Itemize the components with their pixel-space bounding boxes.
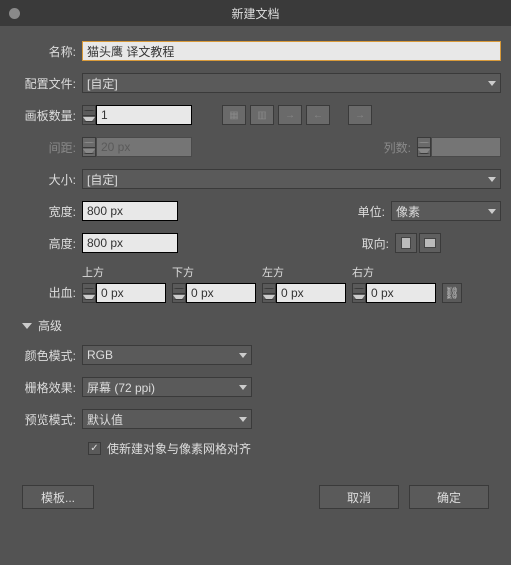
width-label: 宽度: bbox=[10, 203, 82, 220]
units-label: 单位: bbox=[341, 203, 391, 220]
spacing-input bbox=[96, 137, 192, 157]
grid-row-icon: ▦ bbox=[222, 105, 246, 125]
bleed-bottom-input[interactable] bbox=[186, 283, 256, 303]
height-label: 高度: bbox=[10, 235, 82, 252]
height-input[interactable] bbox=[82, 233, 178, 253]
name-label: 名称: bbox=[10, 43, 82, 60]
size-select[interactable]: [自定] bbox=[82, 169, 501, 189]
ok-button[interactable]: 确定 bbox=[409, 485, 489, 509]
profile-value: [自定] bbox=[87, 75, 118, 92]
size-value: [自定] bbox=[87, 171, 118, 188]
preview-select[interactable]: 默认值 bbox=[82, 409, 252, 429]
spacing-spinner bbox=[82, 137, 96, 157]
bleed-top-input[interactable] bbox=[96, 283, 166, 303]
colormode-label: 颜色模式: bbox=[10, 347, 82, 364]
artboards-input[interactable] bbox=[96, 105, 192, 125]
raster-label: 栅格效果: bbox=[10, 379, 82, 396]
dialog-title: 新建文档 bbox=[231, 5, 279, 22]
chevron-down-icon bbox=[488, 81, 496, 86]
preview-value: 默认值 bbox=[87, 411, 123, 428]
bleed-right-input[interactable] bbox=[366, 283, 436, 303]
align-grid-label: 使新建对象与像素网格对齐 bbox=[107, 440, 251, 457]
spacing-label: 间距: bbox=[10, 139, 82, 156]
bleed-link-button[interactable]: ⛓ bbox=[442, 283, 462, 303]
units-value: 像素 bbox=[396, 203, 420, 220]
bleed-right-spinner[interactable] bbox=[352, 283, 366, 303]
chevron-down-icon bbox=[239, 353, 247, 358]
chevron-down-icon bbox=[239, 417, 247, 422]
template-button[interactable]: 模板... bbox=[22, 485, 94, 509]
orient-label: 取向: bbox=[345, 235, 395, 252]
align-grid-checkbox[interactable]: ✓ bbox=[88, 442, 101, 455]
bleed-bottom-label: 下方 bbox=[172, 264, 256, 280]
size-label: 大小: bbox=[10, 171, 82, 188]
bleed-label: 出血: bbox=[10, 284, 82, 301]
name-input[interactable] bbox=[82, 41, 501, 61]
chevron-down-icon bbox=[239, 385, 247, 390]
bleed-right-label: 右方 bbox=[352, 264, 436, 280]
advanced-disclosure[interactable] bbox=[22, 323, 32, 329]
landscape-icon bbox=[424, 238, 436, 248]
advanced-label: 高级 bbox=[38, 317, 62, 334]
bleed-left-spinner[interactable] bbox=[262, 283, 276, 303]
columns-label: 列数: bbox=[367, 139, 417, 156]
portrait-icon bbox=[401, 237, 411, 249]
titlebar: 新建文档 bbox=[0, 0, 511, 26]
grid-col-icon: ▥ bbox=[250, 105, 274, 125]
arrange-left-icon: ← bbox=[306, 105, 330, 125]
columns-input bbox=[431, 137, 501, 157]
preview-label: 预览模式: bbox=[10, 411, 82, 428]
profile-select[interactable]: [自定] bbox=[82, 73, 501, 93]
arrange-down-icon: → bbox=[348, 105, 372, 125]
bleed-bottom-spinner[interactable] bbox=[172, 283, 186, 303]
artboards-label: 画板数量: bbox=[10, 107, 82, 124]
bleed-left-input[interactable] bbox=[276, 283, 346, 303]
orient-portrait-button[interactable] bbox=[395, 233, 417, 253]
colormode-value: RGB bbox=[87, 348, 113, 362]
cancel-button[interactable]: 取消 bbox=[319, 485, 399, 509]
orient-landscape-button[interactable] bbox=[419, 233, 441, 253]
bleed-top-label: 上方 bbox=[82, 264, 166, 280]
units-select[interactable]: 像素 bbox=[391, 201, 501, 221]
width-input[interactable] bbox=[82, 201, 178, 221]
colormode-select[interactable]: RGB bbox=[82, 345, 252, 365]
chevron-down-icon bbox=[488, 177, 496, 182]
artboards-spinner[interactable] bbox=[82, 105, 96, 125]
bleed-top-spinner[interactable] bbox=[82, 283, 96, 303]
close-button[interactable] bbox=[9, 8, 20, 19]
profile-label: 配置文件: bbox=[10, 75, 82, 92]
raster-select[interactable]: 屏幕 (72 ppi) bbox=[82, 377, 252, 397]
chevron-down-icon bbox=[488, 209, 496, 214]
arrange-right-icon: → bbox=[278, 105, 302, 125]
dialog-content: 名称: 配置文件: [自定] 画板数量: ▦ ▥ → ← → 间距: 列数: 大… bbox=[0, 26, 511, 519]
raster-value: 屏幕 (72 ppi) bbox=[87, 379, 155, 396]
columns-spinner bbox=[417, 137, 431, 157]
bleed-left-label: 左方 bbox=[262, 264, 346, 280]
